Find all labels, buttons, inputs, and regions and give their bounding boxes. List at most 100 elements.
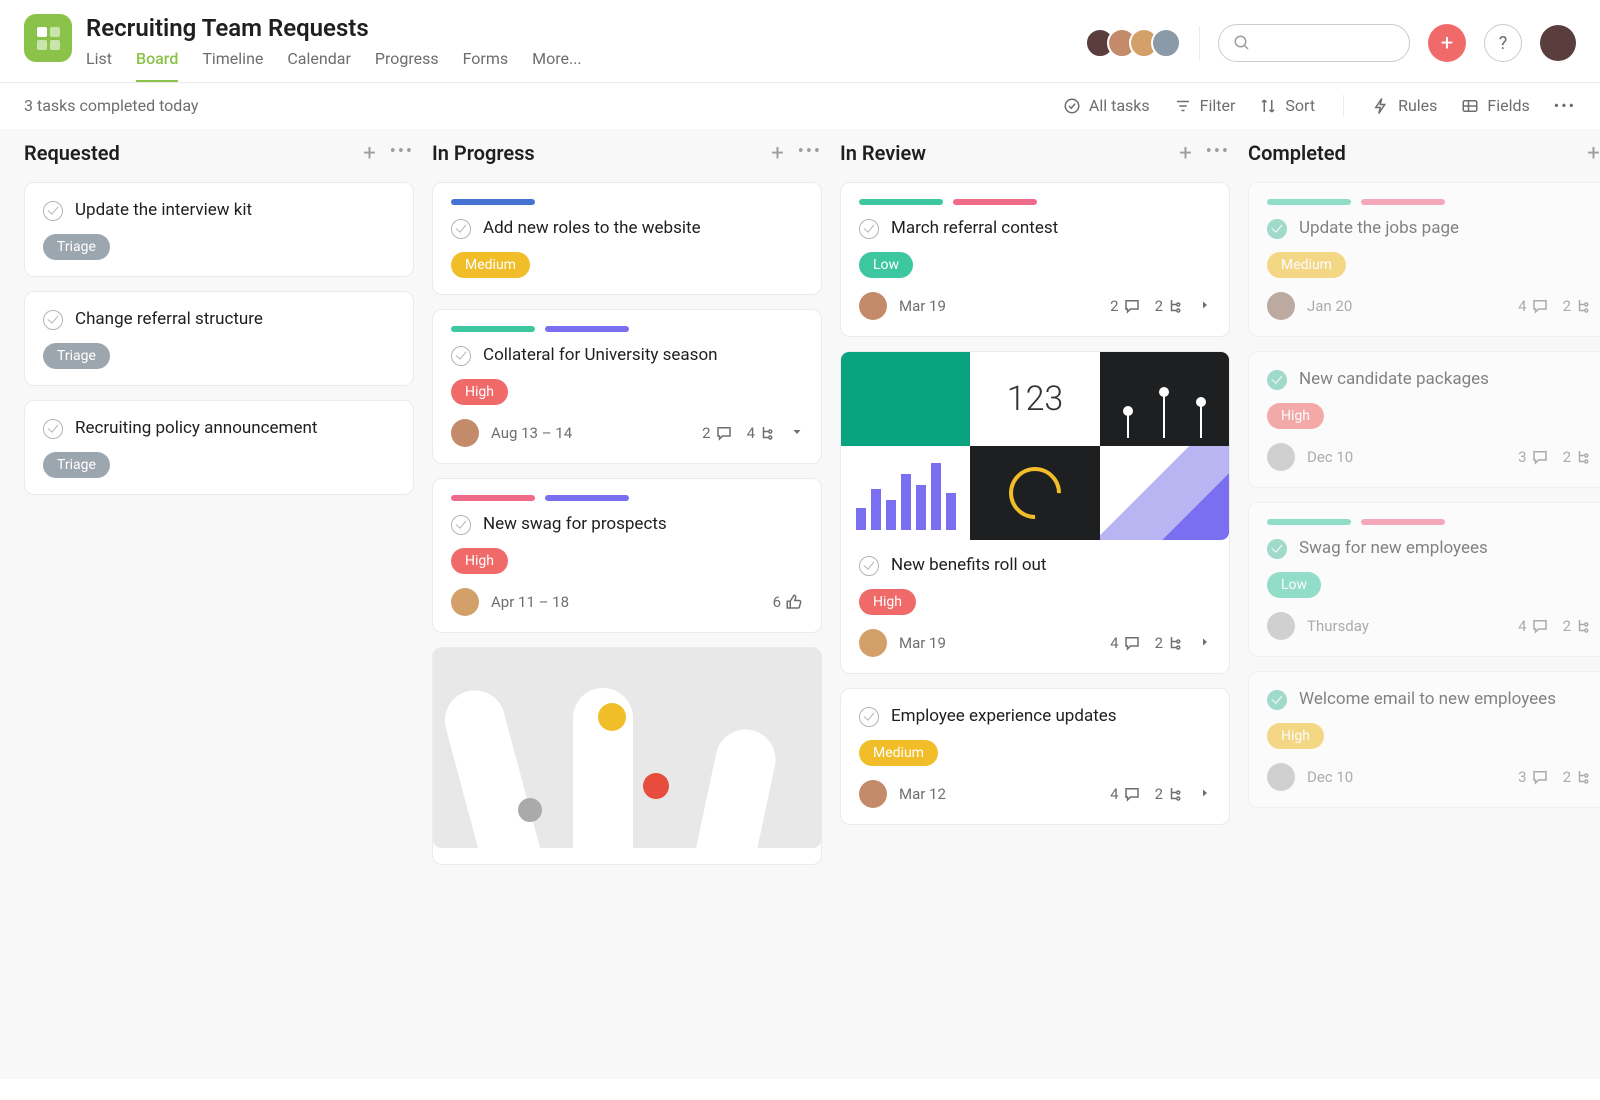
member-avatar[interactable] xyxy=(1151,28,1181,58)
complete-checkbox[interactable] xyxy=(451,219,471,239)
divider xyxy=(1199,26,1200,60)
add-task-button[interactable]: + xyxy=(1179,141,1191,166)
task-card[interactable]: Add new roles to the website Medium xyxy=(432,182,822,295)
subtask-count[interactable]: 2 xyxy=(1563,448,1593,466)
task-card[interactable]: 123 New benefits roll out HighMar 194 2 xyxy=(840,351,1230,674)
divider xyxy=(1343,95,1344,117)
column-menu[interactable]: ••• xyxy=(390,141,414,166)
expand-icon[interactable] xyxy=(1199,785,1211,803)
task-card[interactable]: Collateral for University season HighAug… xyxy=(432,309,822,464)
assignee-avatar[interactable] xyxy=(451,588,479,616)
due-date: Jan 20 xyxy=(1307,297,1352,315)
due-date: Mar 19 xyxy=(899,297,946,315)
task-card[interactable]: Swag for new employees LowThursday4 2 xyxy=(1248,502,1600,657)
priority-pill: Low xyxy=(1267,572,1321,598)
complete-checkbox[interactable] xyxy=(43,201,63,221)
assignee-avatar[interactable] xyxy=(859,629,887,657)
board: Requested + ••• Update the interview kit… xyxy=(0,129,1600,1079)
filter-label: Filter xyxy=(1200,96,1236,115)
assignee-avatar[interactable] xyxy=(859,292,887,320)
rules-button[interactable]: Rules xyxy=(1372,96,1437,115)
complete-checkbox[interactable] xyxy=(43,419,63,439)
comment-count[interactable]: 4 xyxy=(1110,785,1140,803)
tab-progress[interactable]: Progress xyxy=(375,49,439,82)
tab-list[interactable]: List xyxy=(86,49,112,82)
complete-checkbox[interactable] xyxy=(1267,370,1287,390)
tab-board[interactable]: Board xyxy=(136,49,178,82)
task-card[interactable]: New swag for prospects HighApr 11 – 186 xyxy=(432,478,822,633)
task-card[interactable]: March referral contest LowMar 192 2 xyxy=(840,182,1230,337)
all-tasks-filter[interactable]: All tasks xyxy=(1063,96,1150,115)
fields-button[interactable]: Fields xyxy=(1461,96,1529,115)
complete-checkbox[interactable] xyxy=(451,515,471,535)
expand-icon[interactable] xyxy=(1199,297,1211,315)
comment-count[interactable]: 4 xyxy=(1518,617,1548,635)
comment-count[interactable]: 3 xyxy=(1518,768,1548,786)
sort-button[interactable]: Sort xyxy=(1259,96,1315,115)
assignee-avatar[interactable] xyxy=(1267,612,1295,640)
comment-count[interactable]: 4 xyxy=(1518,297,1548,315)
add-button[interactable]: + xyxy=(1428,24,1466,62)
help-button[interactable]: ? xyxy=(1484,24,1522,62)
comment-count[interactable]: 3 xyxy=(1518,448,1548,466)
assignee-avatar[interactable] xyxy=(1267,763,1295,791)
collapse-icon[interactable] xyxy=(791,424,803,442)
complete-checkbox[interactable] xyxy=(859,556,879,576)
task-card[interactable] xyxy=(432,647,822,865)
complete-checkbox[interactable] xyxy=(859,707,879,727)
search-input[interactable] xyxy=(1218,24,1410,62)
card-labels xyxy=(1267,199,1600,205)
task-title: Employee experience updates xyxy=(891,705,1117,728)
complete-checkbox[interactable] xyxy=(43,310,63,330)
comment-count[interactable]: 2 xyxy=(1110,297,1140,315)
current-user-avatar[interactable] xyxy=(1540,25,1576,61)
task-card[interactable]: Change referral structure Triage xyxy=(24,291,414,386)
task-card[interactable]: Welcome email to new employees HighDec 1… xyxy=(1248,671,1600,808)
expand-icon[interactable] xyxy=(1199,634,1211,652)
subtask-count[interactable]: 2 xyxy=(1155,634,1185,652)
comment-count[interactable]: 2 xyxy=(702,424,732,442)
tab-more[interactable]: More... xyxy=(532,49,582,82)
task-card[interactable]: Employee experience updates MediumMar 12… xyxy=(840,688,1230,825)
column-menu[interactable]: ••• xyxy=(1206,141,1230,166)
more-menu[interactable]: ••• xyxy=(1554,96,1576,115)
project-title[interactable]: Recruiting Team Requests xyxy=(86,14,1093,43)
due-date: Apr 11 – 18 xyxy=(491,593,569,611)
assignee-avatar[interactable] xyxy=(1267,292,1295,320)
assignee-avatar[interactable] xyxy=(1267,443,1295,471)
like-count[interactable]: 6 xyxy=(773,593,803,611)
task-title: Collateral for University season xyxy=(483,344,718,367)
complete-checkbox[interactable] xyxy=(1267,539,1287,559)
subtask-count[interactable]: 2 xyxy=(1155,785,1185,803)
complete-checkbox[interactable] xyxy=(859,219,879,239)
member-avatars[interactable] xyxy=(1093,28,1181,58)
subtask-count[interactable]: 2 xyxy=(1563,297,1593,315)
task-card[interactable]: Update the jobs page MediumJan 204 2 xyxy=(1248,182,1600,337)
assignee-avatar[interactable] xyxy=(451,419,479,447)
subtask-count[interactable]: 2 xyxy=(1155,297,1185,315)
project-logo[interactable] xyxy=(24,14,72,62)
add-task-button[interactable]: + xyxy=(363,141,375,166)
column-menu[interactable]: ••• xyxy=(798,141,822,166)
card-labels xyxy=(451,199,803,205)
filter-icon xyxy=(1174,97,1192,115)
complete-checkbox[interactable] xyxy=(451,346,471,366)
complete-checkbox[interactable] xyxy=(1267,219,1287,239)
tab-forms[interactable]: Forms xyxy=(463,49,509,82)
subtask-count[interactable]: 2 xyxy=(1563,768,1593,786)
filter-button[interactable]: Filter xyxy=(1174,96,1236,115)
task-card[interactable]: Update the interview kit Triage xyxy=(24,182,414,277)
assignee-avatar[interactable] xyxy=(859,780,887,808)
tab-calendar[interactable]: Calendar xyxy=(287,49,350,82)
add-task-button[interactable]: + xyxy=(1587,141,1599,166)
task-card[interactable]: Recruiting policy announcement Triage xyxy=(24,400,414,495)
subtask-count[interactable]: 4 xyxy=(747,424,777,442)
tab-timeline[interactable]: Timeline xyxy=(202,49,263,82)
column-in-progress: In Progress + ••• Add new roles to the w… xyxy=(432,141,822,1067)
complete-checkbox[interactable] xyxy=(1267,690,1287,710)
comment-count[interactable]: 4 xyxy=(1110,634,1140,652)
subtask-count[interactable]: 2 xyxy=(1563,617,1593,635)
priority-pill: High xyxy=(451,548,508,574)
task-card[interactable]: New candidate packages HighDec 103 2 xyxy=(1248,351,1600,488)
add-task-button[interactable]: + xyxy=(771,141,783,166)
